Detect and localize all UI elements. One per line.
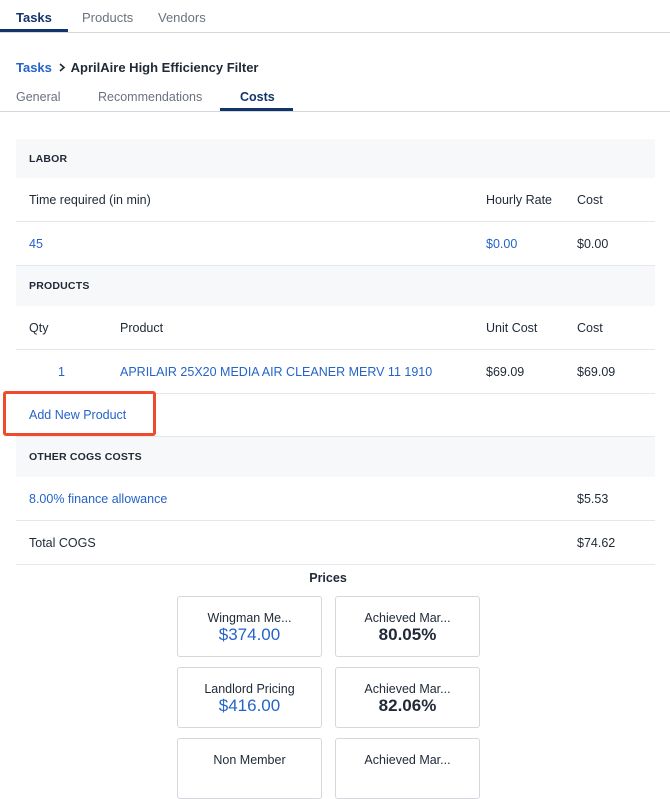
margin-card-value: 80.05% [378, 625, 437, 644]
margin-card-label: Achieved Mar... [364, 611, 451, 625]
breadcrumb-current: AprilAire High Efficiency Filter [70, 60, 259, 75]
hourly-rate-header: Hourly Rate [486, 193, 552, 207]
margin-card-wingman: Achieved Mar... 80.05% [335, 596, 480, 657]
price-card-label: Landlord Pricing [204, 682, 295, 696]
total-cogs-label: Total COGS [29, 536, 96, 550]
margin-card-label: Achieved Mar... [364, 753, 451, 767]
other-cogs-section-label: OTHER COGS COSTS [29, 451, 142, 463]
price-card-wingman[interactable]: Wingman Me... $374.00 [177, 596, 322, 657]
price-card-label: Non Member [213, 753, 286, 767]
margin-card-value: 82.06% [378, 696, 437, 715]
price-card-non-member[interactable]: Non Member [177, 738, 322, 799]
tab-tasks[interactable]: Tasks [16, 10, 52, 25]
table-row: 1 APRILAIR 25X20 MEDIA AIR CLEANER MERV … [16, 350, 655, 394]
total-cogs-row: Total COGS $74.62 [16, 521, 655, 565]
margin-card-label: Achieved Mar... [364, 682, 451, 696]
finance-allowance-row: 8.00% finance allowance $5.53 [16, 477, 655, 521]
labor-cost-value: $0.00 [577, 237, 609, 251]
labor-header-row: Time required (in min) Hourly Rate Cost [16, 178, 655, 222]
labor-cost-header: Cost [577, 193, 603, 207]
products-section-header: PRODUCTS [16, 266, 655, 306]
finance-allowance-value: $5.53 [577, 492, 609, 506]
tab-costs[interactable]: Costs [240, 90, 275, 104]
active-subtab-indicator [220, 108, 293, 111]
time-required-header: Time required (in min) [29, 193, 151, 207]
unit-cost-header: Unit Cost [486, 321, 538, 335]
time-required-value[interactable]: 45 [29, 237, 43, 251]
product-cost-header: Cost [577, 321, 603, 335]
sub-tab-bar: General Recommendations Costs [0, 86, 670, 112]
labor-row: 45 $0.00 $0.00 [16, 222, 655, 266]
highlight-box [3, 391, 156, 436]
labor-section-label: LABOR [29, 153, 68, 165]
breadcrumb: Tasks AprilAire High Efficiency Filter [16, 60, 259, 75]
product-unit-cost: $69.09 [486, 365, 525, 379]
chevron-right-icon [56, 60, 68, 75]
top-tab-bar: Tasks Products Vendors [0, 0, 670, 33]
tab-recommendations[interactable]: Recommendations [98, 90, 202, 104]
margin-card-non-member: Achieved Mar... [335, 738, 480, 799]
price-card-value: $374.00 [218, 625, 281, 644]
price-card-value: $416.00 [218, 696, 281, 715]
hourly-rate-value[interactable]: $0.00 [486, 237, 517, 251]
product-name-link[interactable]: APRILAIR 25X20 MEDIA AIR CLEANER MERV 11… [120, 365, 432, 379]
finance-allowance-link[interactable]: 8.00% finance allowance [29, 492, 167, 506]
tab-products[interactable]: Products [82, 10, 133, 25]
price-card-landlord[interactable]: Landlord Pricing $416.00 [177, 667, 322, 728]
tab-general[interactable]: General [16, 90, 60, 104]
product-qty[interactable]: 1 [58, 365, 65, 379]
margin-card-landlord: Achieved Mar... 82.06% [335, 667, 480, 728]
active-tab-indicator [0, 29, 68, 32]
other-cogs-section-header: OTHER COGS COSTS [16, 437, 655, 477]
products-header-row: Qty Product Unit Cost Cost [16, 306, 655, 350]
total-cogs-value: $74.62 [577, 536, 616, 550]
qty-header: Qty [29, 321, 49, 335]
products-section-label: PRODUCTS [29, 280, 90, 292]
product-cost: $69.09 [577, 365, 616, 379]
breadcrumb-tasks-link[interactable]: Tasks [16, 60, 52, 75]
price-card-label: Wingman Me... [207, 611, 292, 625]
labor-section-header: LABOR [16, 139, 655, 178]
product-header: Product [120, 321, 164, 335]
prices-title: Prices [309, 571, 347, 585]
tab-vendors[interactable]: Vendors [158, 10, 206, 25]
